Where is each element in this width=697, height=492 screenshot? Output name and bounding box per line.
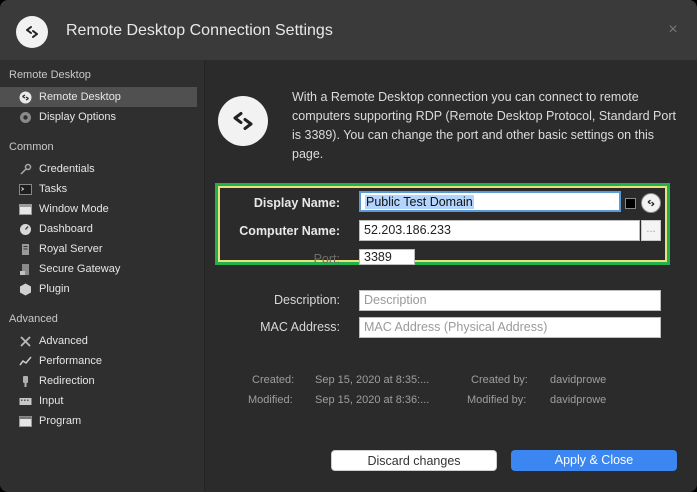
sidebar-item-label: Royal Server bbox=[39, 243, 103, 255]
sidebar-item-advanced[interactable]: Advanced bbox=[0, 331, 197, 351]
mac-address-label: MAC Address: bbox=[260, 320, 340, 334]
sidebar-item-performance[interactable]: Performance bbox=[0, 351, 197, 371]
port-field[interactable]: 3389 bbox=[359, 249, 415, 265]
server-icon bbox=[18, 242, 32, 256]
program-icon bbox=[18, 414, 32, 428]
sidebar: Remote Desktop Remote Desktop Display Op… bbox=[0, 60, 205, 492]
sidebar-item-label: Performance bbox=[39, 355, 102, 367]
color-swatch[interactable] bbox=[625, 198, 636, 209]
sidebar-item-label: Tasks bbox=[39, 183, 68, 195]
performance-icon bbox=[18, 354, 32, 368]
sidebar-section-remote-desktop: Remote Desktop bbox=[9, 69, 91, 81]
sidebar-item-label: Input bbox=[39, 395, 64, 407]
port-label: Port: bbox=[313, 252, 340, 266]
created-label: Created: bbox=[252, 374, 295, 386]
window-title: Remote Desktop Connection Settings bbox=[66, 22, 333, 39]
modified-by-value: davidprowe bbox=[550, 394, 607, 406]
window-icon bbox=[18, 202, 32, 216]
sidebar-item-plugin[interactable]: Plugin bbox=[0, 279, 197, 299]
sidebar-item-label: Remote Desktop bbox=[39, 91, 121, 103]
key-icon bbox=[18, 162, 32, 176]
sidebar-item-secure-gateway[interactable]: Secure Gateway bbox=[0, 259, 197, 279]
sidebar-item-label: Advanced bbox=[39, 335, 88, 347]
sidebar-section-common: Common bbox=[9, 141, 54, 153]
created-value: Sep 15, 2020 at 8:35:... bbox=[315, 374, 430, 386]
created-by-label: Created by: bbox=[471, 374, 528, 386]
intro-text: With a Remote Desktop connection you can… bbox=[292, 90, 676, 161]
gateway-icon bbox=[18, 262, 32, 276]
sidebar-item-label: Window Mode bbox=[39, 203, 109, 215]
modified-by-label: Modified by: bbox=[467, 394, 527, 406]
connection-icon-button[interactable] bbox=[641, 193, 661, 213]
dashboard-icon bbox=[18, 222, 32, 236]
apply-close-button[interactable]: Apply & Close bbox=[511, 450, 677, 471]
discard-changes-button[interactable]: Discard changes bbox=[331, 450, 497, 471]
plugin-icon bbox=[18, 282, 32, 296]
rdp-icon bbox=[18, 90, 32, 104]
sidebar-item-input[interactable]: Input bbox=[0, 391, 197, 411]
sidebar-item-label: Plugin bbox=[39, 283, 70, 295]
modified-label: Modified: bbox=[248, 394, 293, 406]
main-panel: With a Remote Desktop connection you can… bbox=[206, 60, 697, 492]
sidebar-item-window-mode[interactable]: Window Mode bbox=[0, 199, 197, 219]
sidebar-item-tasks[interactable]: Tasks bbox=[0, 179, 197, 199]
sidebar-item-credentials[interactable]: Credentials bbox=[0, 159, 197, 179]
sidebar-item-label: Display Options bbox=[39, 111, 117, 123]
rdp-logo-icon bbox=[218, 96, 268, 146]
modified-value: Sep 15, 2020 at 8:36:... bbox=[315, 394, 430, 406]
sidebar-item-label: Program bbox=[39, 415, 82, 427]
redirection-icon bbox=[18, 374, 32, 388]
computer-name-label: Computer Name: bbox=[239, 224, 340, 238]
description-label: Description: bbox=[274, 293, 340, 307]
sidebar-item-dashboard[interactable]: Dashboard bbox=[0, 219, 197, 239]
mac-address-field[interactable]: MAC Address (Physical Address) bbox=[359, 317, 661, 338]
sidebar-item-redirection[interactable]: Redirection bbox=[0, 371, 197, 391]
terminal-icon bbox=[18, 182, 32, 196]
description-field[interactable]: Description bbox=[359, 290, 661, 311]
sidebar-item-label: Credentials bbox=[39, 163, 95, 175]
sidebar-section-advanced: Advanced bbox=[9, 313, 58, 325]
sidebar-item-remote-desktop[interactable]: Remote Desktop bbox=[0, 87, 197, 107]
display-name-value: Public Test Domain bbox=[365, 195, 474, 209]
settings-window: Remote Desktop Connection Settings × Rem… bbox=[0, 0, 697, 492]
sidebar-item-display-options[interactable]: Display Options bbox=[0, 107, 197, 127]
sidebar-item-label: Redirection bbox=[39, 375, 95, 387]
sidebar-item-program[interactable]: Program bbox=[0, 411, 197, 431]
computer-name-field[interactable]: 52.203.186.233 bbox=[359, 220, 640, 241]
title-bar: Remote Desktop Connection Settings × bbox=[0, 0, 697, 60]
rdp-app-icon bbox=[16, 16, 48, 48]
tools-icon bbox=[18, 334, 32, 348]
sidebar-item-royal-server[interactable]: Royal Server bbox=[0, 239, 197, 259]
browse-computer-button[interactable]: ... bbox=[641, 220, 661, 241]
display-name-field[interactable]: Public Test Domain bbox=[359, 191, 621, 212]
sidebar-item-label: Secure Gateway bbox=[39, 263, 121, 275]
close-icon[interactable]: × bbox=[663, 20, 683, 40]
keyboard-icon bbox=[18, 394, 32, 408]
sidebar-item-label: Dashboard bbox=[39, 223, 93, 235]
created-by-value: davidprowe bbox=[550, 374, 607, 386]
display-name-label: Display Name: bbox=[253, 196, 340, 210]
display-options-icon bbox=[18, 110, 32, 124]
